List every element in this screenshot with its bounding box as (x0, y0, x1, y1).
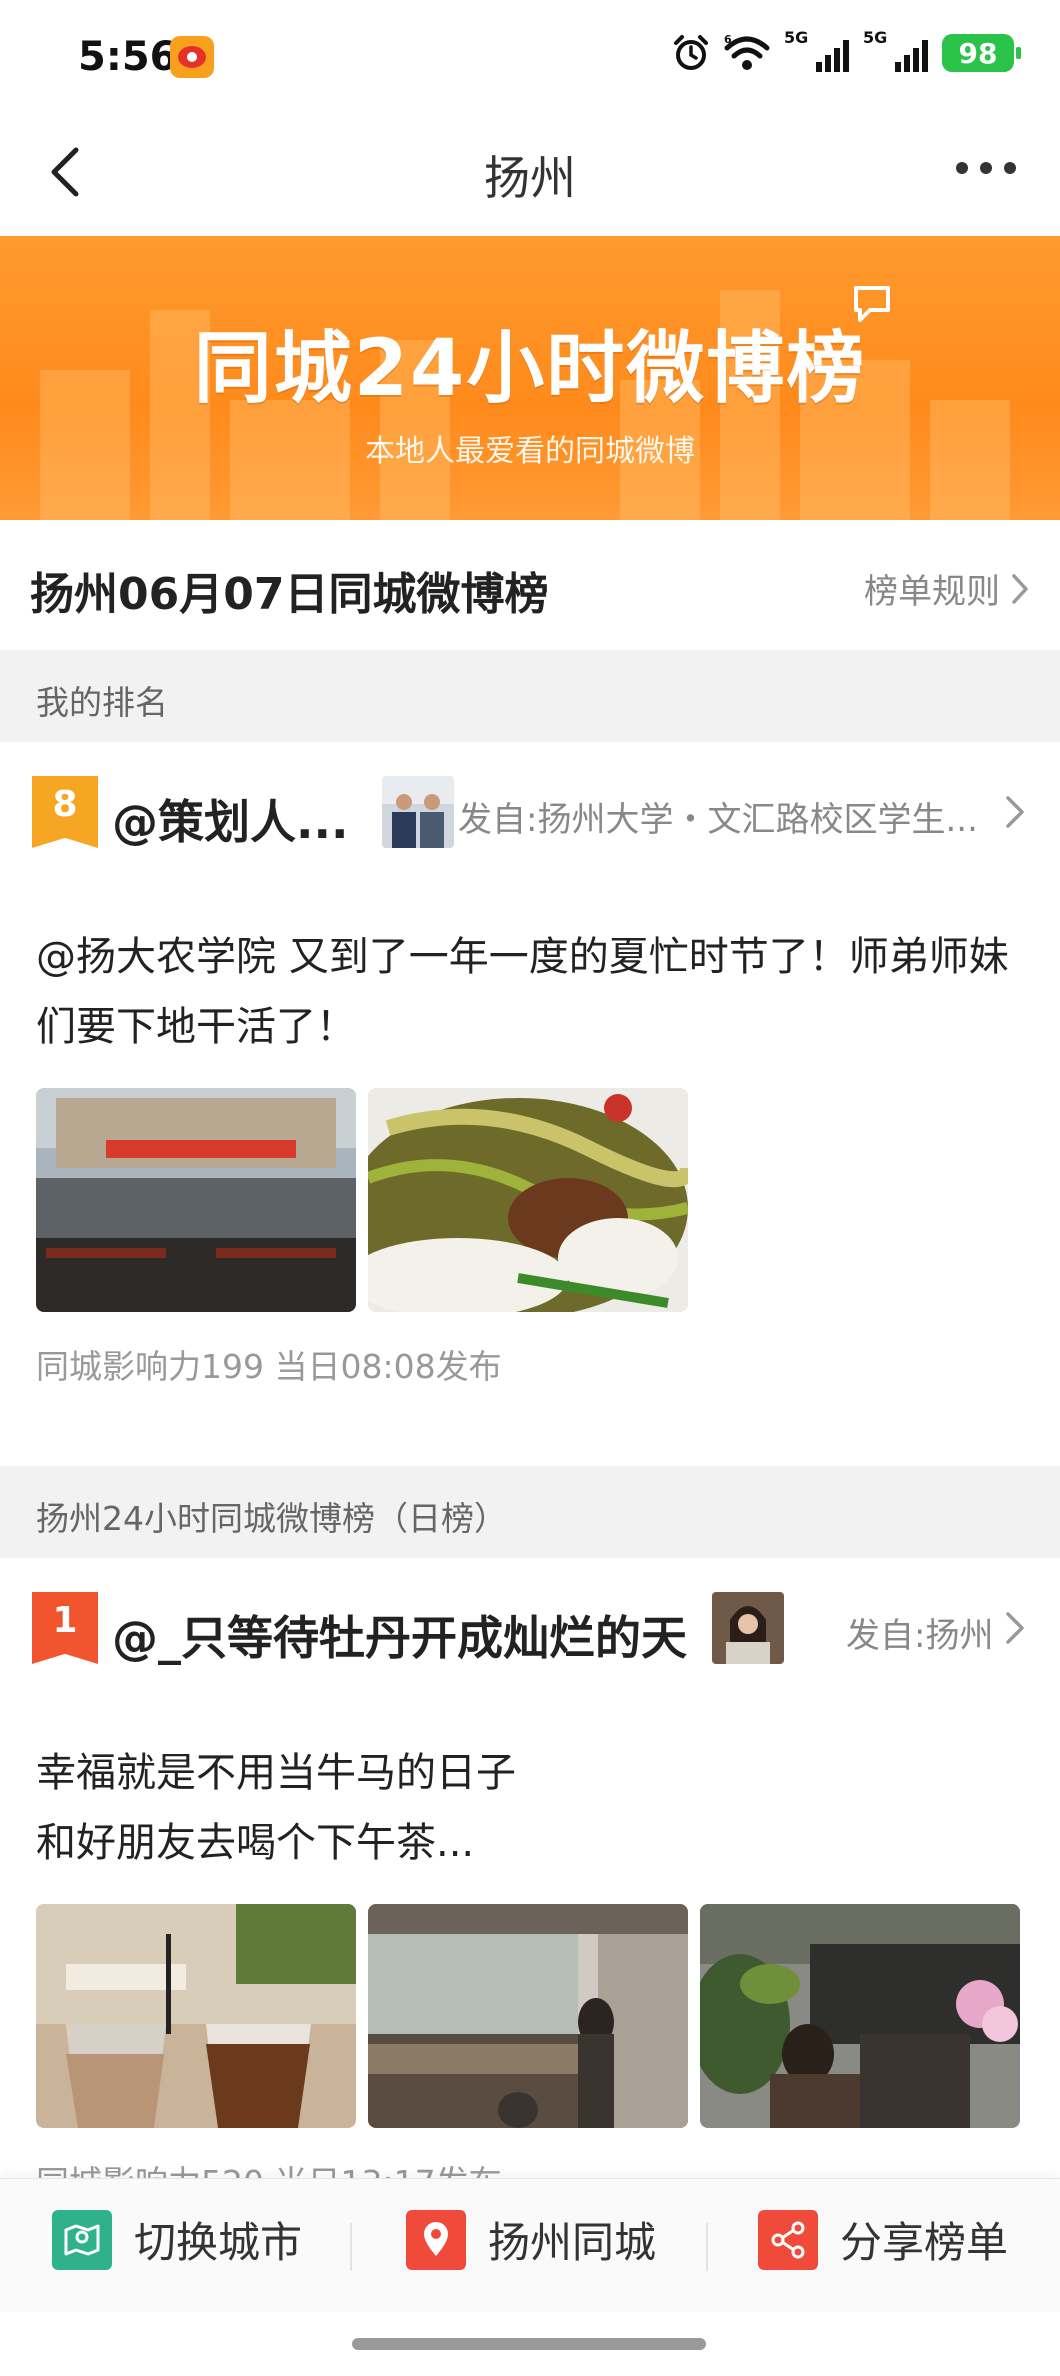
entry-image-2[interactable] (368, 1904, 688, 2128)
banner-title: 同城24小时微博榜 (193, 324, 867, 414)
svg-text:6: 6 (724, 34, 732, 46)
avatar[interactable] (382, 776, 454, 848)
entry-username[interactable]: @策划人... (112, 786, 348, 852)
my-rank-entry[interactable]: 8 @策划人... 发自:扬州大学・文汇路校区学生... @扬大农学院 又到了一… (0, 742, 1060, 1466)
switch-city-button[interactable]: 切换城市 (52, 2209, 302, 2270)
location-pin-icon (406, 2209, 466, 2270)
entry-text: @扬大农学院 又到了一年一度的夏忙时节了！师弟师妹们要下地干活了！ (36, 934, 1009, 1050)
switch-city-label: 切换城市 (134, 2218, 303, 2267)
share-icon (758, 2209, 818, 2270)
rules-label: 榜单规则 (864, 572, 1000, 612)
entry-image-1[interactable] (36, 1088, 356, 1312)
share-ranking-button[interactable]: 分享榜单 (758, 2209, 1008, 2270)
chevron-right-icon (1012, 573, 1028, 604)
local-city-label: 扬州同城 (488, 2218, 657, 2267)
alarm-icon (674, 35, 708, 70)
share-ranking-label: 分享榜单 (840, 2218, 1009, 2267)
local-city-button[interactable]: 扬州同城 (406, 2209, 656, 2270)
weibo-app-icon (170, 36, 214, 78)
battery-indicator: 98 (942, 34, 1021, 72)
entry-text: 幸福就是不用当牛马的日子 和好朋友去喝个下午茶... (36, 1750, 516, 1866)
ranking-banner: 同城24小时微博榜 本地人最爱看的同城微博 (0, 236, 1060, 520)
chevron-right-icon (1006, 1612, 1024, 1644)
divider (350, 2223, 352, 2271)
daily-list-section-label: 扬州24小时同城微博榜（日榜） (0, 1466, 1060, 1558)
list-title: 扬州06月07日同城微博榜 (30, 569, 549, 620)
entry-username[interactable]: @_只等待牡丹开成灿烂的天 (112, 1602, 687, 1668)
divider (706, 2223, 708, 2271)
page-title: 扬州 (484, 151, 576, 205)
map-icon (52, 2209, 112, 2270)
bottom-action-bar: 切换城市 扬州同城 分享榜单 (0, 2178, 1060, 2312)
list-header: 扬州06月07日同城微博榜 榜单规则 (0, 520, 1060, 650)
rules-link[interactable]: 榜单规则 (864, 564, 1030, 613)
signal-icon: 5G (784, 28, 849, 72)
home-indicator[interactable] (352, 2338, 706, 2350)
rank-badge: 8 (32, 776, 98, 848)
entry-image-2[interactable] (368, 1088, 688, 1312)
entry-source: 发自:扬州大学・文汇路校区学生... (458, 800, 978, 840)
entry-source: 发自:扬州 (846, 1616, 994, 1656)
entry-image-3[interactable] (700, 1904, 1020, 2128)
list-item[interactable]: 1 @_只等待牡丹开成灿烂的天 发自:扬州 幸福就是不用当牛马的日子 和好朋友去… (0, 1558, 1060, 2202)
entry-image-1[interactable] (36, 1904, 356, 2128)
my-rank-section-label: 我的排名 (0, 650, 1060, 742)
more-options-icon[interactable] (956, 162, 1016, 174)
rank-badge: 1 (32, 1592, 98, 1664)
status-time: 5:56 (78, 34, 178, 80)
status-bar: 5:56 6 5G 5G 98 (0, 0, 1060, 112)
banner-subtitle: 本地人最爱看的同城微博 (365, 434, 695, 469)
chevron-right-icon (1006, 796, 1024, 828)
avatar[interactable] (712, 1592, 784, 1664)
nav-bar: 扬州 (0, 112, 1060, 236)
signal-icon-2: 5G (863, 28, 928, 72)
wifi-icon: 6 (724, 34, 770, 70)
entry-meta: 同城影响力199 当日08:08发布 (36, 1347, 502, 1386)
